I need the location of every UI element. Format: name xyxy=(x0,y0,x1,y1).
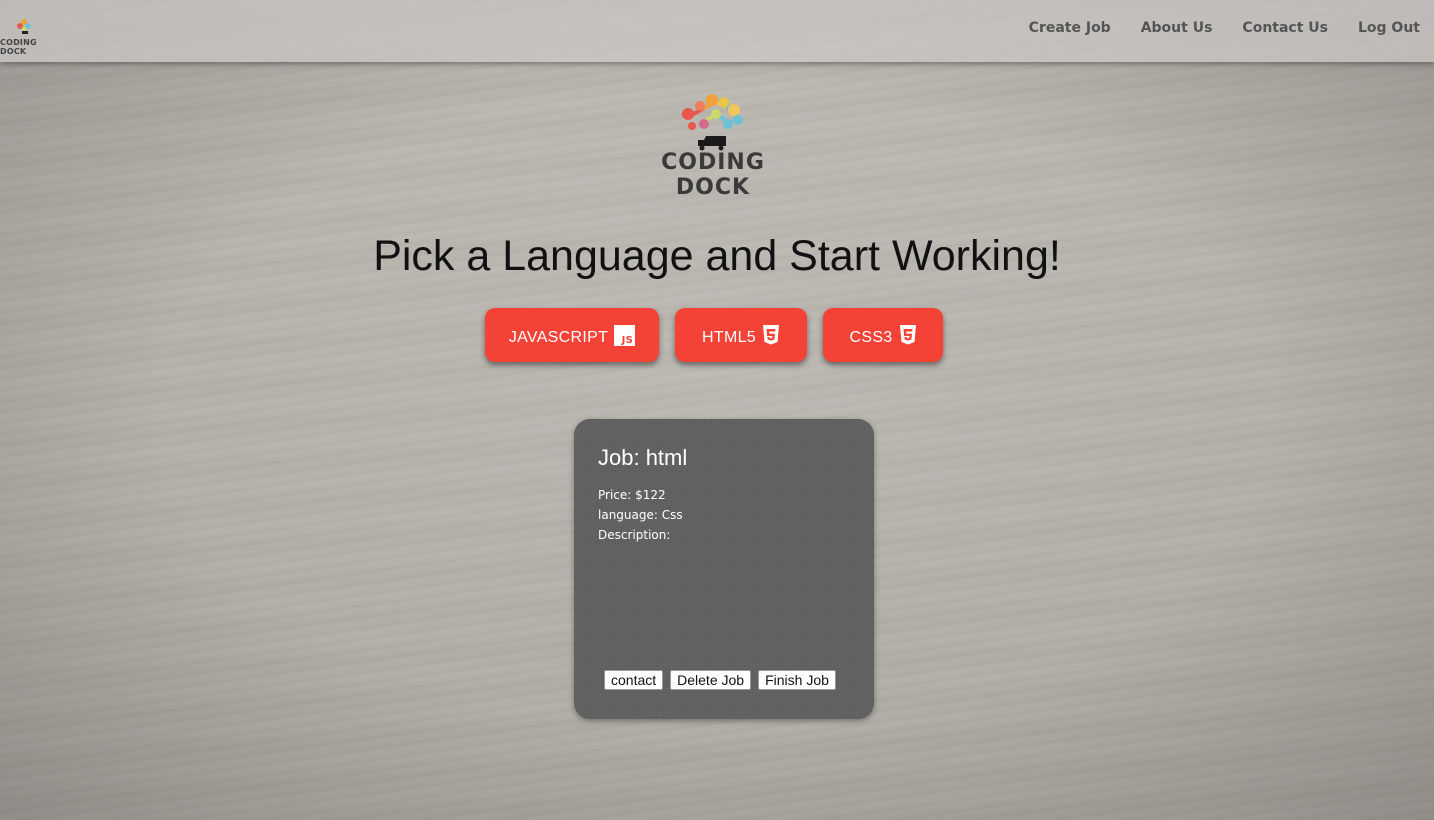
html5-button[interactable]: HTML5 xyxy=(675,308,807,362)
contact-button[interactable]: contact xyxy=(604,670,664,690)
nav-link-about-us[interactable]: About Us xyxy=(1141,20,1213,36)
hero-logo-text: CODING DOCK xyxy=(661,150,765,200)
html5-button-label: HTML5 xyxy=(702,329,756,346)
job-info: Price: $122 language: Css Description: xyxy=(598,485,683,545)
html5-icon xyxy=(762,325,779,345)
job-description: Description: xyxy=(598,528,671,542)
top-navbar: CODING DOCK Create Job About Us Contact … xyxy=(0,0,1434,62)
css3-button-label: CSS3 xyxy=(849,329,893,346)
job-language: language: Css xyxy=(598,508,683,522)
job-card: Job: html Price: $122 language: Css Desc… xyxy=(574,419,874,719)
finish-job-button[interactable]: Finish Job xyxy=(758,670,836,690)
delete-job-button[interactable]: Delete Job xyxy=(670,670,752,690)
javascript-button[interactable]: JAVASCRIPT JS xyxy=(485,308,659,362)
js-icon: JS xyxy=(614,324,636,346)
css3-button[interactable]: CSS3 xyxy=(823,308,943,362)
nav-link-create-job[interactable]: Create Job xyxy=(1029,20,1111,36)
hero-logo: CODING DOCK xyxy=(620,92,806,200)
job-title: Job: html xyxy=(598,445,688,470)
hero-logo-icon xyxy=(682,94,743,151)
nav-logo[interactable]: CODING DOCK xyxy=(0,18,58,56)
nav-logo-text: CODING DOCK xyxy=(0,38,37,56)
javascript-button-label: JAVASCRIPT xyxy=(508,329,609,346)
nav-links: Create Job About Us Contact Us Log Out xyxy=(1029,20,1420,36)
job-actions: contact Delete Job Finish Job xyxy=(604,670,836,690)
nav-logo-icon xyxy=(17,19,31,34)
language-buttons: JAVASCRIPT JS HTML5 CSS3 xyxy=(485,308,943,362)
nav-link-log-out[interactable]: Log Out xyxy=(1358,20,1420,36)
page-headline: Pick a Language and Start Working! xyxy=(373,232,1061,280)
nav-link-contact-us[interactable]: Contact Us xyxy=(1242,20,1328,36)
job-price: Price: $122 xyxy=(598,488,666,502)
css3-icon xyxy=(899,325,916,345)
